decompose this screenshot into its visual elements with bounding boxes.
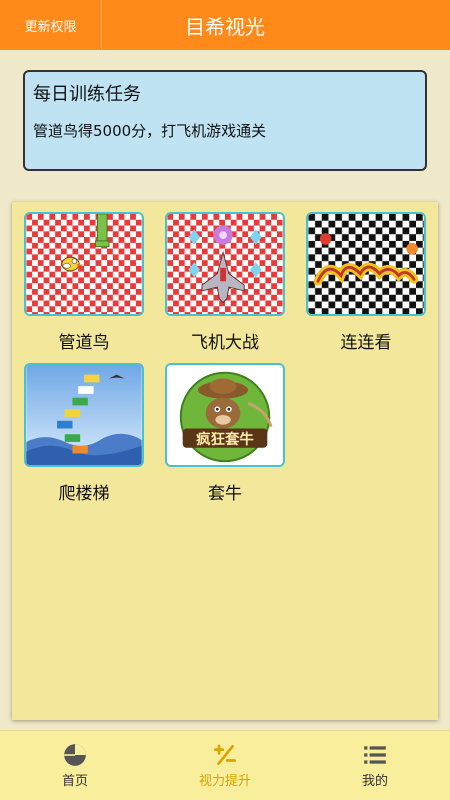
update-permission-button[interactable]: 更新权限 <box>0 0 102 50</box>
game-plane-war[interactable]: 飞机大战 <box>165 212 285 353</box>
plane-war-icon[interactable] <box>165 212 285 316</box>
tab-label: 我的 <box>361 774 388 789</box>
tab-home[interactable]: 首页 <box>0 731 150 800</box>
tab-label: 视力提升 <box>198 774 251 789</box>
lasso-cow-icon[interactable]: 疯狂套牛 <box>165 363 285 467</box>
game-label: 连连看 <box>340 333 392 353</box>
games-panel: 管道鸟 飞机大战 连连看 爬楼梯 疯狂套牛 套牛 <box>12 202 438 720</box>
pie-chart-icon <box>64 744 86 766</box>
tab-vision-improve[interactable]: 视力提升 <box>150 731 300 800</box>
flappy-bird-icon[interactable] <box>24 212 144 316</box>
link-match-icon[interactable] <box>306 212 426 316</box>
list-icon <box>364 746 386 764</box>
game-label: 爬楼梯 <box>58 484 110 504</box>
game-climb-stairs[interactable]: 爬楼梯 <box>24 363 144 504</box>
task-description: 管道鸟得5000分，打飞机游戏通关 <box>33 122 267 140</box>
climb-stairs-icon[interactable] <box>24 363 144 467</box>
daily-task-card: 每日训练任务 管道鸟得5000分，打飞机游戏通关 <box>23 70 427 171</box>
game-label: 管道鸟 <box>58 333 110 353</box>
game-flappy-bird[interactable]: 管道鸟 <box>24 212 144 353</box>
tab-label: 首页 <box>61 774 88 789</box>
task-title: 每日训练任务 <box>33 84 141 105</box>
bottom-tab-bar: 首页 视力提升 我的 <box>0 730 450 800</box>
game-link-match[interactable]: 连连看 <box>306 212 426 353</box>
game-label: 飞机大战 <box>191 333 259 353</box>
tab-mine[interactable]: 我的 <box>300 731 450 800</box>
cow-game-title-text: 疯狂套牛 <box>196 430 254 448</box>
game-lasso-cow[interactable]: 疯狂套牛 套牛 <box>165 363 285 504</box>
game-label: 套牛 <box>208 484 242 504</box>
top-bar: 更新权限 目希视光 <box>0 0 450 50</box>
plus-minus-icon <box>213 744 237 766</box>
